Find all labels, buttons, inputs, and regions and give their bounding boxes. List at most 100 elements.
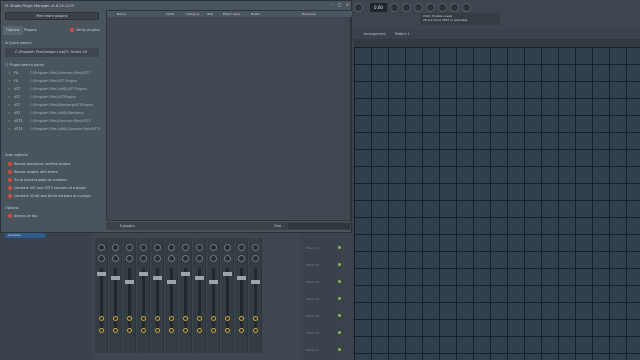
tab-options[interactable]: Options — [3, 26, 23, 35]
pan-knob-icon[interactable] — [252, 244, 259, 251]
mixer-strip[interactable] — [95, 238, 108, 353]
search-path-row[interactable]: ✓ VST3 C:\Program Files (x86)\Common Files… — [8, 126, 100, 132]
track-header[interactable]: Track 16 — [304, 325, 342, 341]
route-led[interactable] — [197, 316, 202, 321]
track-header[interactable]: Track 15 — [304, 308, 342, 324]
fader-handle[interactable] — [223, 272, 232, 276]
playlist-icon[interactable] — [462, 3, 471, 12]
fx-led[interactable] — [169, 328, 174, 333]
record-icon[interactable] — [390, 3, 399, 12]
track-enabled-led[interactable] — [338, 246, 341, 249]
search-path-row[interactable]: ✓ FX C:\Program Files\VST Plugins — [8, 78, 100, 84]
mixer-strip[interactable] — [109, 238, 122, 353]
column-name[interactable]: Name — [117, 11, 126, 17]
fx-led[interactable] — [141, 328, 146, 333]
search-path-row[interactable]: ✓ FX C:\Program Files\Common Files\VST3 — [8, 70, 100, 76]
volume-knob-icon[interactable] — [98, 255, 105, 262]
pan-knob-icon[interactable] — [224, 244, 231, 251]
pan-knob-icon[interactable] — [154, 244, 161, 251]
mixer-strip[interactable] — [221, 238, 234, 353]
pan-knob-icon[interactable] — [98, 244, 105, 251]
scan-option[interactable]: Rescan previously verified plugins — [8, 161, 100, 168]
verify-plugins-toggle[interactable]: Verify plugins — [70, 27, 100, 34]
track-enabled-led[interactable] — [338, 348, 341, 351]
track-header[interactable]: Track 12 — [304, 257, 342, 273]
track-header[interactable]: Track 14 — [304, 291, 342, 307]
volume-knob-icon[interactable] — [252, 255, 259, 262]
mixer-strip[interactable] — [151, 238, 164, 353]
scan-option[interactable]: Combine 32-bit and 64-bit versions of a … — [8, 193, 100, 200]
find-plugins-button[interactable]: Find more plugins — [5, 12, 99, 20]
fx-led[interactable] — [211, 328, 216, 333]
pan-knob-icon[interactable] — [210, 244, 217, 251]
mixer-strip[interactable] — [165, 238, 178, 353]
search-path-row[interactable]: ✓ VST C:\Program Files (x86)\Steinberg — [8, 110, 100, 116]
find-input[interactable] — [288, 223, 350, 229]
volume-knob-icon[interactable] — [182, 255, 189, 262]
track-header[interactable]: Track 13 — [304, 274, 342, 290]
scan-option[interactable]: Try to prevent page up numbers — [8, 177, 100, 184]
update-hint[interactable]: Click: Enable newer 20.6.2 build 3837 is… — [420, 13, 500, 25]
tempo-display[interactable]: 0.00 — [370, 3, 387, 12]
pan-knob-icon[interactable] — [196, 244, 203, 251]
column-wiki[interactable]: Wiki — [207, 11, 213, 17]
maximize-icon[interactable]: □ — [336, 2, 343, 8]
track-enabled-led[interactable] — [338, 263, 341, 266]
mixer-strip[interactable] — [193, 238, 206, 353]
route-led[interactable] — [141, 316, 146, 321]
mixer-strip[interactable] — [123, 238, 136, 353]
fx-led[interactable] — [113, 328, 118, 333]
search-path-row[interactable]: ✓ VST3 C:\Program Files\Common Files\VST3 — [8, 118, 100, 124]
track-enabled-led[interactable] — [338, 297, 341, 300]
fader-handle[interactable] — [181, 272, 190, 276]
column-category[interactable]: Category — [186, 11, 200, 17]
route-led[interactable] — [239, 316, 244, 321]
fx-led[interactable] — [155, 328, 160, 333]
volume-knob-icon[interactable] — [140, 255, 147, 262]
settings-icon[interactable] — [450, 3, 459, 12]
volume-knob-icon[interactable] — [154, 255, 161, 262]
volume-knob-icon[interactable] — [224, 255, 231, 262]
pan-knob-icon[interactable] — [168, 244, 175, 251]
cpu-icon[interactable] — [426, 3, 435, 12]
fader-handle[interactable] — [251, 280, 260, 284]
volume-knob-icon[interactable] — [196, 255, 203, 262]
column-effect-class[interactable]: Effect Class — [223, 11, 240, 17]
timeline-ruler[interactable] — [354, 39, 640, 47]
fx-led[interactable] — [239, 328, 244, 333]
fader-handle[interactable] — [111, 276, 120, 280]
snap-icon[interactable] — [438, 3, 447, 12]
fx-led[interactable] — [127, 328, 132, 333]
track-enabled-led[interactable] — [338, 280, 341, 283]
close-icon[interactable]: × — [344, 2, 351, 8]
minimize-icon[interactable]: – — [328, 2, 335, 8]
column-prefix[interactable]: Prefix — [166, 11, 174, 17]
mixer-strip[interactable] — [249, 238, 262, 353]
route-led[interactable] — [169, 316, 174, 321]
volume-knob-icon[interactable] — [112, 255, 119, 262]
fader-handle[interactable] — [153, 276, 162, 280]
search-path-row[interactable]: ✓ VST C:\Program Files (x86)\VST Plugins — [8, 86, 100, 92]
track-header[interactable]: Track 17 — [304, 342, 342, 358]
fx-led[interactable] — [225, 328, 230, 333]
volume-knob-icon[interactable] — [238, 255, 245, 262]
column-buffer[interactable]: Buffer — [251, 11, 260, 17]
mixer-strip[interactable] — [207, 238, 220, 353]
search-path-field[interactable]: C:\Program Files\Image-Line\FL Studio 20 — [5, 48, 99, 57]
track-header[interactable]: Track 11 — [304, 240, 342, 256]
browser-selected-item[interactable]: Samples — [5, 233, 45, 238]
pan-knob-icon[interactable] — [182, 244, 189, 251]
fader-handle[interactable] — [195, 276, 204, 280]
route-led[interactable] — [113, 316, 118, 321]
fx-led[interactable] — [99, 328, 104, 333]
scan-option[interactable]: Rescan plugins with errors — [8, 169, 100, 176]
route-led[interactable] — [225, 316, 230, 321]
search-path-row[interactable]: ✓ VST C:\Program Files\Steinberg\VSTPlugin… — [8, 102, 100, 108]
volume-knob-icon[interactable] — [168, 255, 175, 262]
pattern-selector[interactable]: Pattern 1 — [395, 32, 410, 36]
search-path-row[interactable]: ✓ VST C:\Program Files\VSTPlugins — [8, 94, 100, 100]
always-on-top-option[interactable]: Always on top — [8, 213, 100, 220]
fader-handle[interactable] — [209, 280, 218, 284]
fader-handle[interactable] — [139, 272, 148, 276]
pan-knob-icon[interactable] — [126, 244, 133, 251]
